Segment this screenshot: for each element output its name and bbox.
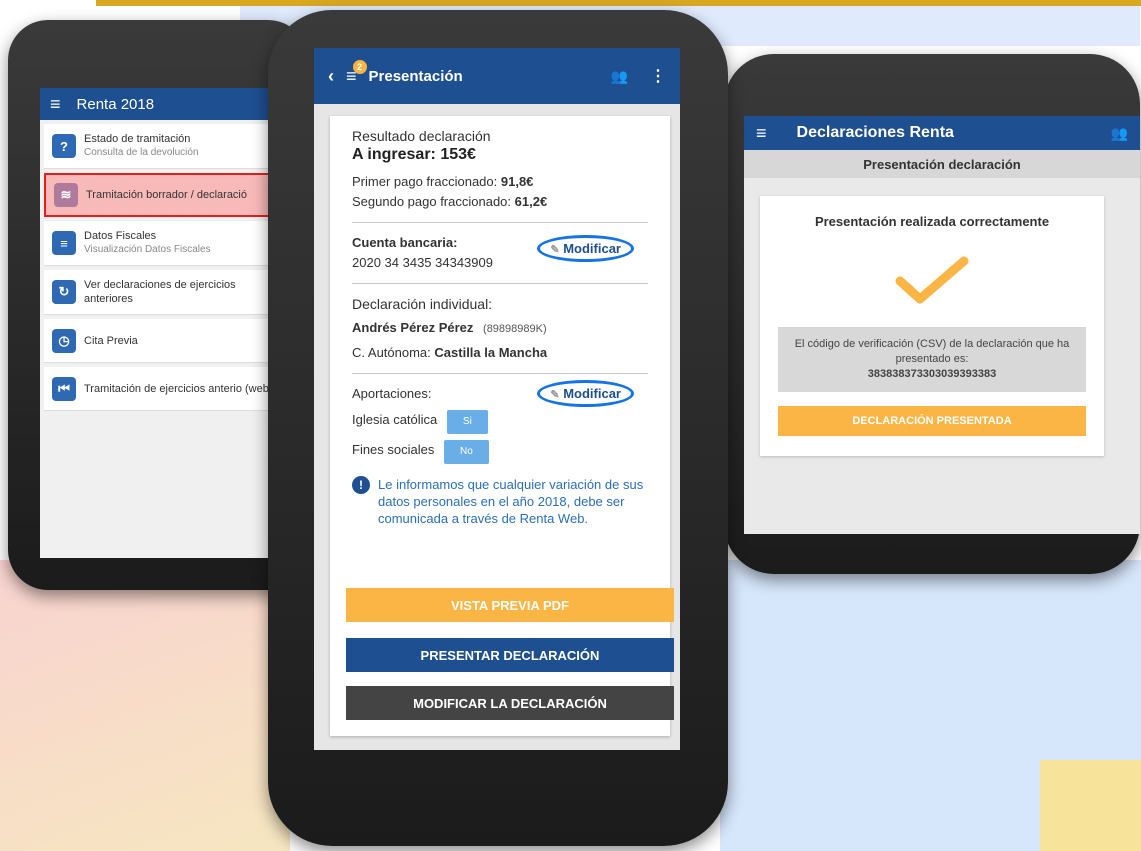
modify-declaration-button[interactable]: MODIFICAR LA DECLARACIÓN (346, 686, 674, 720)
menu-item-label: Ver declaraciones de ejercicios anterior… (84, 279, 236, 305)
modify-bank-label: Modificar (563, 241, 621, 256)
result-section: Resultado declaración A ingresar: 153€ P… (352, 116, 648, 223)
menu-item-tramitacion-web[interactable]: ⏮ Tramitación de ejercicios anterio (web… (44, 367, 284, 411)
help-icon: ? (52, 134, 76, 158)
second-payment-label: Segundo pago fraccionado: (352, 194, 512, 209)
list-icon: ≡ (52, 231, 76, 255)
document-icon: ≋ (54, 183, 78, 207)
left-phone-screen: ≡ Renta 2018 ? Estado de tramitación Cons… (40, 88, 288, 558)
declaracion-presentada-button[interactable]: DECLARACIÓN PRESENTADA (778, 406, 1086, 436)
hamburger-menu-icon[interactable]: ≡ (50, 94, 61, 115)
right-app-bar: ≡ Declaraciones Renta 👥 (744, 116, 1140, 150)
preview-pdf-button[interactable]: VISTA PREVIA PDF (346, 588, 674, 622)
second-payment-value: 61,2€ (514, 194, 548, 209)
center-app-bar: ‹ ≡ 2 Presentación 👥 ⋮ (314, 48, 680, 104)
bank-section: Cuenta bancaria: 2020 34 3435 34343909 ✎… (352, 223, 648, 284)
back-arrow-icon[interactable]: ‹ (328, 66, 334, 87)
individual-section: Declaración individual: Andrés Pérez Pér… (352, 284, 648, 374)
exclamation-icon: ! (352, 476, 370, 494)
menu-item-label: Tramitación borrador / declaració (86, 189, 247, 201)
first-payment-value: 91,8€ (500, 174, 534, 189)
person-id: (89898989K) (483, 323, 547, 335)
individual-label: Declaración individual: (352, 296, 493, 312)
users-icon[interactable]: 👥 (1111, 125, 1128, 142)
contributions-section: Aportaciones: ✎ Modificar Iglesia católi… (352, 374, 648, 527)
right-app-title: Declaraciones Renta (796, 124, 954, 141)
success-message: Presentación realizada correctamente (814, 214, 1050, 229)
result-value: A ingresar: 153€ (352, 146, 476, 163)
info-text: Le informamos que cualquier variación de… (378, 477, 644, 526)
left-phone: ≡ Renta 2018 ? Estado de tramitación Cons… (8, 20, 308, 590)
menu-item-label: Datos Fiscales (84, 230, 157, 242)
notification-badge: 2 (352, 59, 367, 74)
right-phone-screen: ≡ Declaraciones Renta 👥 Presentación dec… (744, 116, 1140, 534)
csv-description: El código de verificación (CSV) de la de… (794, 338, 1070, 365)
person-name: Andrés Pérez Pérez (352, 320, 474, 335)
success-card: Presentación realizada correctamente El … (760, 196, 1104, 456)
hamburger-menu-icon[interactable]: ≡ (756, 123, 767, 144)
menu-item-subtitle: Visualización Datos Fiscales (84, 244, 211, 255)
center-app-title: Presentación (368, 67, 463, 85)
center-phone-screen: ‹ ≡ 2 Presentación 👥 ⋮ Resultado declara… (314, 48, 680, 750)
region-label: C. Autónoma: (352, 345, 431, 360)
first-payment-label: Primer pago fraccionado: (352, 174, 498, 189)
menu-item-datos-fiscales[interactable]: ≡ Datos Fiscales Visualización Datos Fisc… (44, 221, 284, 266)
right-subheader: Presentación declaración (744, 150, 1140, 178)
modify-contributions-button[interactable]: ✎ Modificar (537, 380, 634, 407)
church-label: Iglesia católica (352, 412, 438, 427)
info-notice: ! Le informamos que cualquier variación … (352, 464, 648, 527)
background-shape (1040, 760, 1141, 851)
left-app-bar: ≡ Renta 2018 (40, 88, 288, 120)
church-toggle[interactable]: Si (446, 410, 488, 434)
social-toggle[interactable]: No (444, 440, 489, 464)
modify-contributions-label: Modificar (563, 386, 621, 401)
menu-item-label: Tramitación de ejercicios anterio (web) (84, 382, 273, 395)
csv-code: 383838373303039393383 (867, 368, 997, 380)
menu-item-estado[interactable]: ? Estado de tramitación Consulta de la de… (44, 124, 284, 169)
menu-item-subtitle: Consulta de la devolución (84, 147, 199, 158)
notifications-menu-icon[interactable]: ≡ 2 (346, 59, 367, 87)
skip-back-icon: ⏮ (52, 376, 76, 401)
right-phone: ≡ Declaraciones Renta 👥 Presentación dec… (724, 54, 1140, 574)
refresh-icon: ↻ (52, 280, 76, 304)
social-label: Fines sociales (352, 442, 435, 457)
clock-icon: ◷ (52, 328, 76, 353)
menu-item-tramitacion[interactable]: ≋ Tramitación borrador / declaració (44, 173, 284, 217)
left-app-title: Renta 2018 (76, 95, 155, 113)
region-value: Castilla la Mancha (434, 345, 548, 360)
more-options-icon[interactable]: ⋮ (650, 66, 666, 86)
csv-box: El código de verificación (CSV) de la de… (778, 327, 1086, 392)
users-icon[interactable]: 👥 (611, 68, 628, 85)
checkmark-icon (895, 256, 969, 304)
menu-item-cita-previa[interactable]: ◷ Cita Previa (44, 319, 284, 363)
center-phone: ‹ ≡ 2 Presentación 👥 ⋮ Resultado declara… (268, 10, 728, 846)
menu-item-label: Cita Previa (84, 334, 138, 347)
submit-declaration-button[interactable]: PRESENTAR DECLARACIÓN (346, 638, 674, 672)
menu-item-ejercicios-anteriores[interactable]: ↻ Ver declaraciones de ejercicios anteri… (44, 270, 284, 315)
pencil-icon: ✎ (550, 244, 560, 256)
background-shape (0, 560, 290, 851)
menu-item-label: Estado de tramitación (84, 133, 191, 145)
pencil-icon: ✎ (550, 389, 560, 401)
modify-bank-button[interactable]: ✎ Modificar (537, 235, 634, 262)
result-label: Resultado declaración (352, 128, 491, 144)
